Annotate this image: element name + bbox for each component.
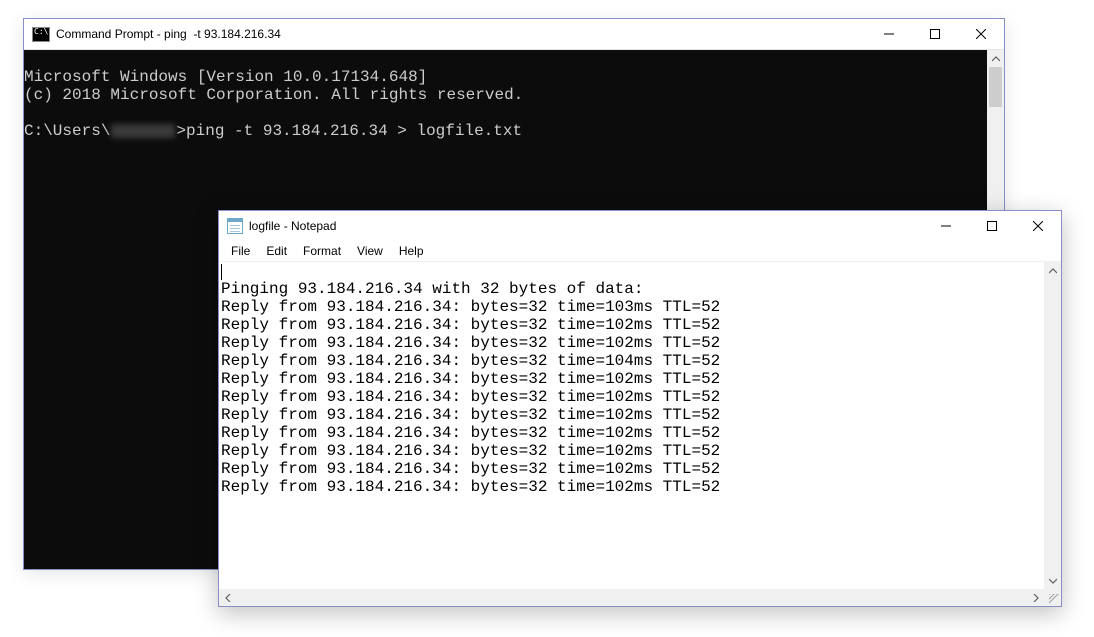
scroll-up-button[interactable] [1044, 262, 1061, 279]
text-line: Reply from 93.184.216.34: bytes=32 time=… [221, 460, 1042, 478]
chevron-down-icon [1049, 577, 1057, 585]
prompt-suffix: > [176, 122, 186, 140]
notepad-client: Pinging 93.184.216.34 with 32 bytes of d… [219, 261, 1061, 606]
notepad-menubar: File Edit Format View Help [219, 241, 1061, 261]
command-prompt-title: Command Prompt - ping -t 93.184.216.34 [56, 27, 281, 41]
text-caret [221, 264, 222, 280]
menu-file[interactable]: File [223, 243, 258, 259]
scroll-right-button[interactable] [1027, 589, 1044, 606]
text-line: Reply from 93.184.216.34: bytes=32 time=… [221, 442, 1042, 460]
maximize-button[interactable] [969, 211, 1015, 241]
close-button[interactable] [958, 19, 1004, 49]
close-icon [976, 29, 986, 39]
close-icon [1033, 221, 1043, 231]
close-button[interactable] [1015, 211, 1061, 241]
scroll-up-button[interactable] [987, 50, 1004, 67]
text-line: Reply from 93.184.216.34: bytes=32 time=… [221, 316, 1042, 334]
notepad-titlebar[interactable]: logfile - Notepad [219, 211, 1061, 241]
minimize-button[interactable] [923, 211, 969, 241]
text-line [221, 262, 1042, 280]
text-line: Reply from 93.184.216.34: bytes=32 time=… [221, 478, 1042, 496]
scroll-left-button[interactable] [219, 589, 236, 606]
resize-grip[interactable] [1044, 589, 1061, 606]
notepad-window: logfile - Notepad File Edit Format View … [218, 210, 1062, 607]
minimize-icon [941, 221, 951, 231]
typed-command: ping -t 93.184.216.34 > logfile.txt [186, 122, 522, 140]
notepad-horizontal-scrollbar[interactable] [219, 589, 1044, 606]
maximize-icon [930, 29, 940, 39]
text-line: Reply from 93.184.216.34: bytes=32 time=… [221, 298, 1042, 316]
scroll-down-button[interactable] [1044, 572, 1061, 589]
text-line: Reply from 93.184.216.34: bytes=32 time=… [221, 352, 1042, 370]
chevron-up-icon [1049, 267, 1057, 275]
redacted-username [111, 124, 175, 138]
text-line: Reply from 93.184.216.34: bytes=32 time=… [221, 370, 1042, 388]
command-prompt-icon [32, 27, 50, 42]
maximize-icon [987, 221, 997, 231]
menu-edit[interactable]: Edit [258, 243, 295, 259]
chevron-up-icon [992, 55, 1000, 63]
command-prompt-titlebar[interactable]: Command Prompt - ping -t 93.184.216.34 [24, 19, 1004, 50]
text-line: Reply from 93.184.216.34: bytes=32 time=… [221, 424, 1042, 442]
notepad-icon [227, 218, 243, 234]
console-line: Microsoft Windows [Version 10.0.17134.64… [24, 68, 427, 86]
console-line: (c) 2018 Microsoft Corporation. All righ… [24, 86, 523, 104]
maximize-button[interactable] [912, 19, 958, 49]
scroll-thumb[interactable] [989, 67, 1002, 107]
notepad-bottom-row [219, 589, 1061, 606]
menu-help[interactable]: Help [391, 243, 432, 259]
minimize-icon [884, 29, 894, 39]
chevron-left-icon [224, 594, 232, 602]
notepad-vertical-scrollbar[interactable] [1044, 262, 1061, 589]
notepad-body-row: Pinging 93.184.216.34 with 32 bytes of d… [219, 262, 1061, 589]
text-line: Reply from 93.184.216.34: bytes=32 time=… [221, 334, 1042, 352]
prompt-prefix: C:\Users\ [24, 122, 110, 140]
minimize-button[interactable] [866, 19, 912, 49]
console-prompt-line: C:\Users\ >ping -t 93.184.216.34 > logfil… [24, 122, 987, 140]
menu-format[interactable]: Format [295, 243, 349, 259]
menu-view[interactable]: View [349, 243, 391, 259]
text-line: Reply from 93.184.216.34: bytes=32 time=… [221, 406, 1042, 424]
text-line: Reply from 93.184.216.34: bytes=32 time=… [221, 388, 1042, 406]
notepad-textarea[interactable]: Pinging 93.184.216.34 with 32 bytes of d… [219, 262, 1044, 589]
chevron-right-icon [1032, 594, 1040, 602]
text-line: Pinging 93.184.216.34 with 32 bytes of d… [221, 280, 1042, 298]
notepad-title: logfile - Notepad [249, 219, 336, 233]
